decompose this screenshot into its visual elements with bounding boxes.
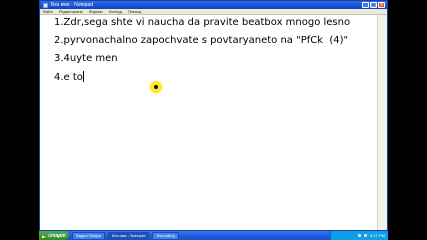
- close-button[interactable]: ×: [378, 2, 385, 8]
- notepad-window: Без име - Notepad _ □ × Файл Редактиране…: [39, 0, 388, 231]
- menu-edit[interactable]: Редактиране: [59, 9, 83, 14]
- text-line-2: 2.pyrvonachalno zapochvate s povtaryanet…: [54, 35, 349, 46]
- text-editor[interactable]: 1.Zdr,sega shte vi naucha da pravite bea…: [40, 15, 378, 230]
- taskbar-item-label: Видео Опции: [76, 233, 101, 238]
- menu-view[interactable]: Изглед: [109, 9, 122, 14]
- mouse-pointer-icon: [154, 85, 158, 89]
- text-line-4: 4.e to: [54, 71, 84, 83]
- start-button[interactable]: старт: [39, 231, 69, 240]
- taskbar-item-recording[interactable]: Recording: [152, 231, 179, 240]
- windows-logo-icon: [42, 233, 47, 238]
- start-label: старт: [48, 232, 66, 239]
- window-title: Без име - Notepad: [51, 2, 93, 8]
- system-tray: 5:17 PM: [330, 231, 388, 240]
- menu-format[interactable]: Формат: [89, 9, 103, 14]
- network-icon[interactable]: [364, 234, 368, 237]
- text-line-3: 3.4uyte men: [54, 53, 118, 64]
- title-bar[interactable]: Без име - Notepad _ □ ×: [40, 1, 387, 9]
- menu-help[interactable]: Помощ: [128, 9, 141, 14]
- window-controls: _ □ ×: [362, 2, 385, 8]
- taskbar-item-label: Recording: [156, 233, 175, 238]
- menu-file[interactable]: Файл: [43, 9, 53, 14]
- text-line-1: 1.Zdr,sega shte vi naucha da pravite bea…: [54, 17, 351, 28]
- vertical-scrollbar[interactable]: [377, 15, 387, 230]
- text-caret: [82, 71, 84, 82]
- maximize-button[interactable]: □: [370, 2, 377, 8]
- volume-icon[interactable]: [358, 234, 362, 237]
- clock: 5:17 PM: [370, 233, 385, 238]
- notepad-icon: [43, 2, 48, 8]
- text-line-4-content: 4.e to: [54, 72, 83, 83]
- minimize-button[interactable]: _: [362, 2, 369, 8]
- taskbar-item-notepad[interactable]: Без име - Notepad: [107, 231, 150, 240]
- taskbar-item-video[interactable]: Видео Опции: [72, 231, 105, 240]
- taskbar-item-label: Без име - Notepad: [111, 233, 146, 238]
- taskbar: старт Видео Опции Без име - Notepad Reco…: [39, 231, 388, 240]
